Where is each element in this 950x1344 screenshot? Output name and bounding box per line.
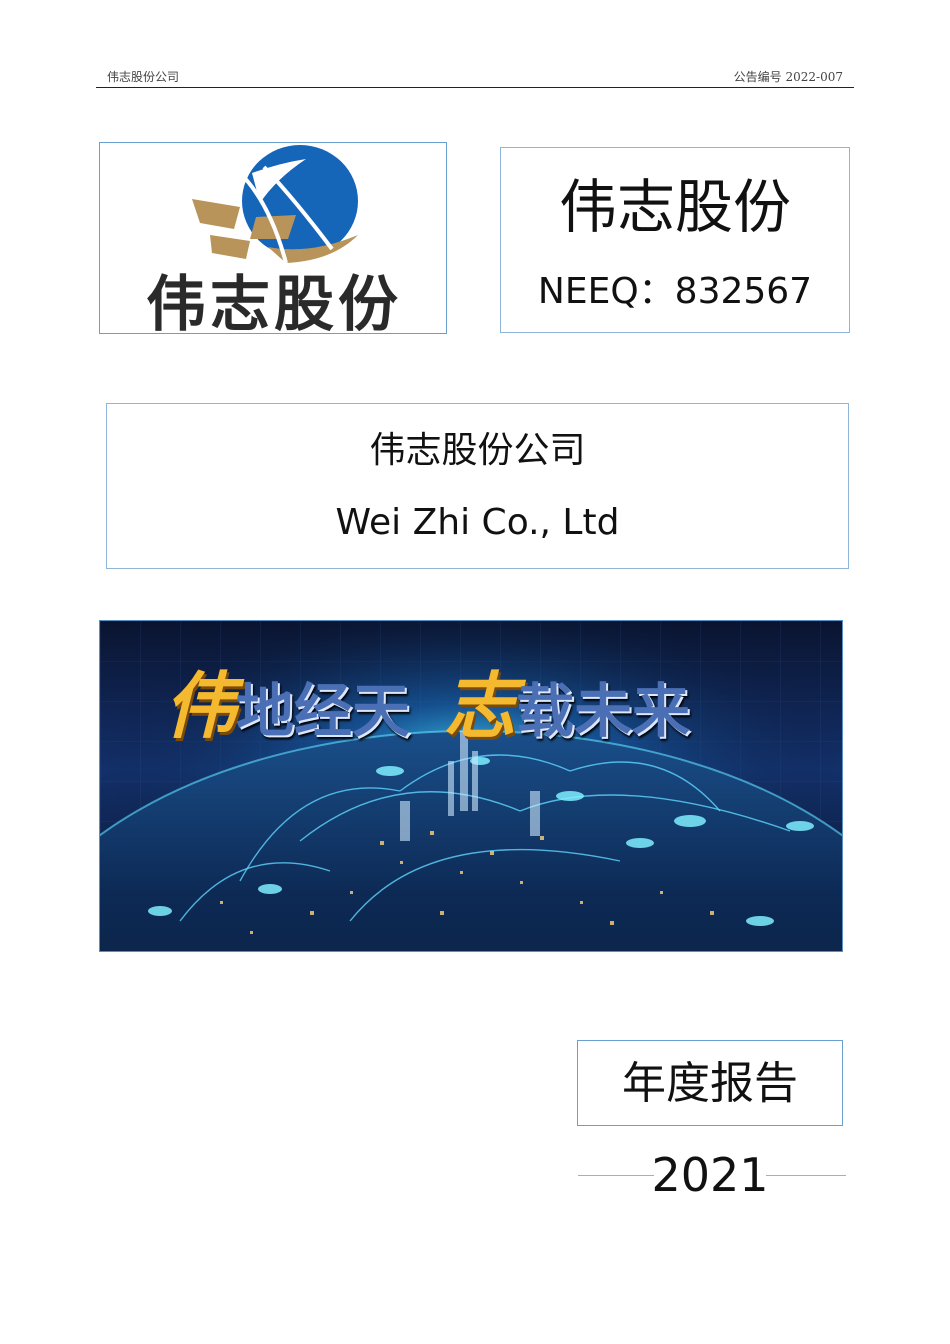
slogan-text-1: 地经天 — [236, 677, 411, 745]
title-box: 伟志股份 NEEQ：832567 — [500, 147, 850, 333]
header-rule — [96, 87, 854, 88]
company-logo: 伟志股份 — [99, 142, 447, 334]
banner-slogan: 伟地经天 志载未来 — [164, 661, 804, 751]
slogan-lead-char-1: 伟 — [164, 664, 237, 748]
report-type-box: 年度报告 — [577, 1040, 843, 1126]
year-line-right — [766, 1175, 846, 1176]
company-short-name: 伟志股份 — [558, 173, 791, 241]
slogan-lead-char-2: 志 — [444, 664, 517, 748]
company-name-cn: 伟志股份公司 — [369, 430, 586, 471]
report-type-label: 年度报告 — [622, 1058, 798, 1109]
header-company: 伟志股份公司 — [107, 70, 180, 84]
slogan-text-2: 载未来 — [516, 677, 691, 745]
cover-banner-image: 伟地经天 志载未来 — [99, 620, 843, 952]
year-line-left — [578, 1175, 654, 1176]
header-notice-number: 公告编号 2022-007 — [733, 70, 843, 84]
logo-wordmark: 伟志股份 — [146, 270, 402, 334]
report-year: 2021 — [651, 1148, 769, 1202]
company-name-en: Wei Zhi Co., Ltd — [335, 502, 620, 543]
stock-code: NEEQ：832567 — [537, 271, 813, 312]
logo-globe-icon — [192, 145, 358, 264]
company-name-box: 伟志股份公司 Wei Zhi Co., Ltd — [106, 403, 849, 569]
